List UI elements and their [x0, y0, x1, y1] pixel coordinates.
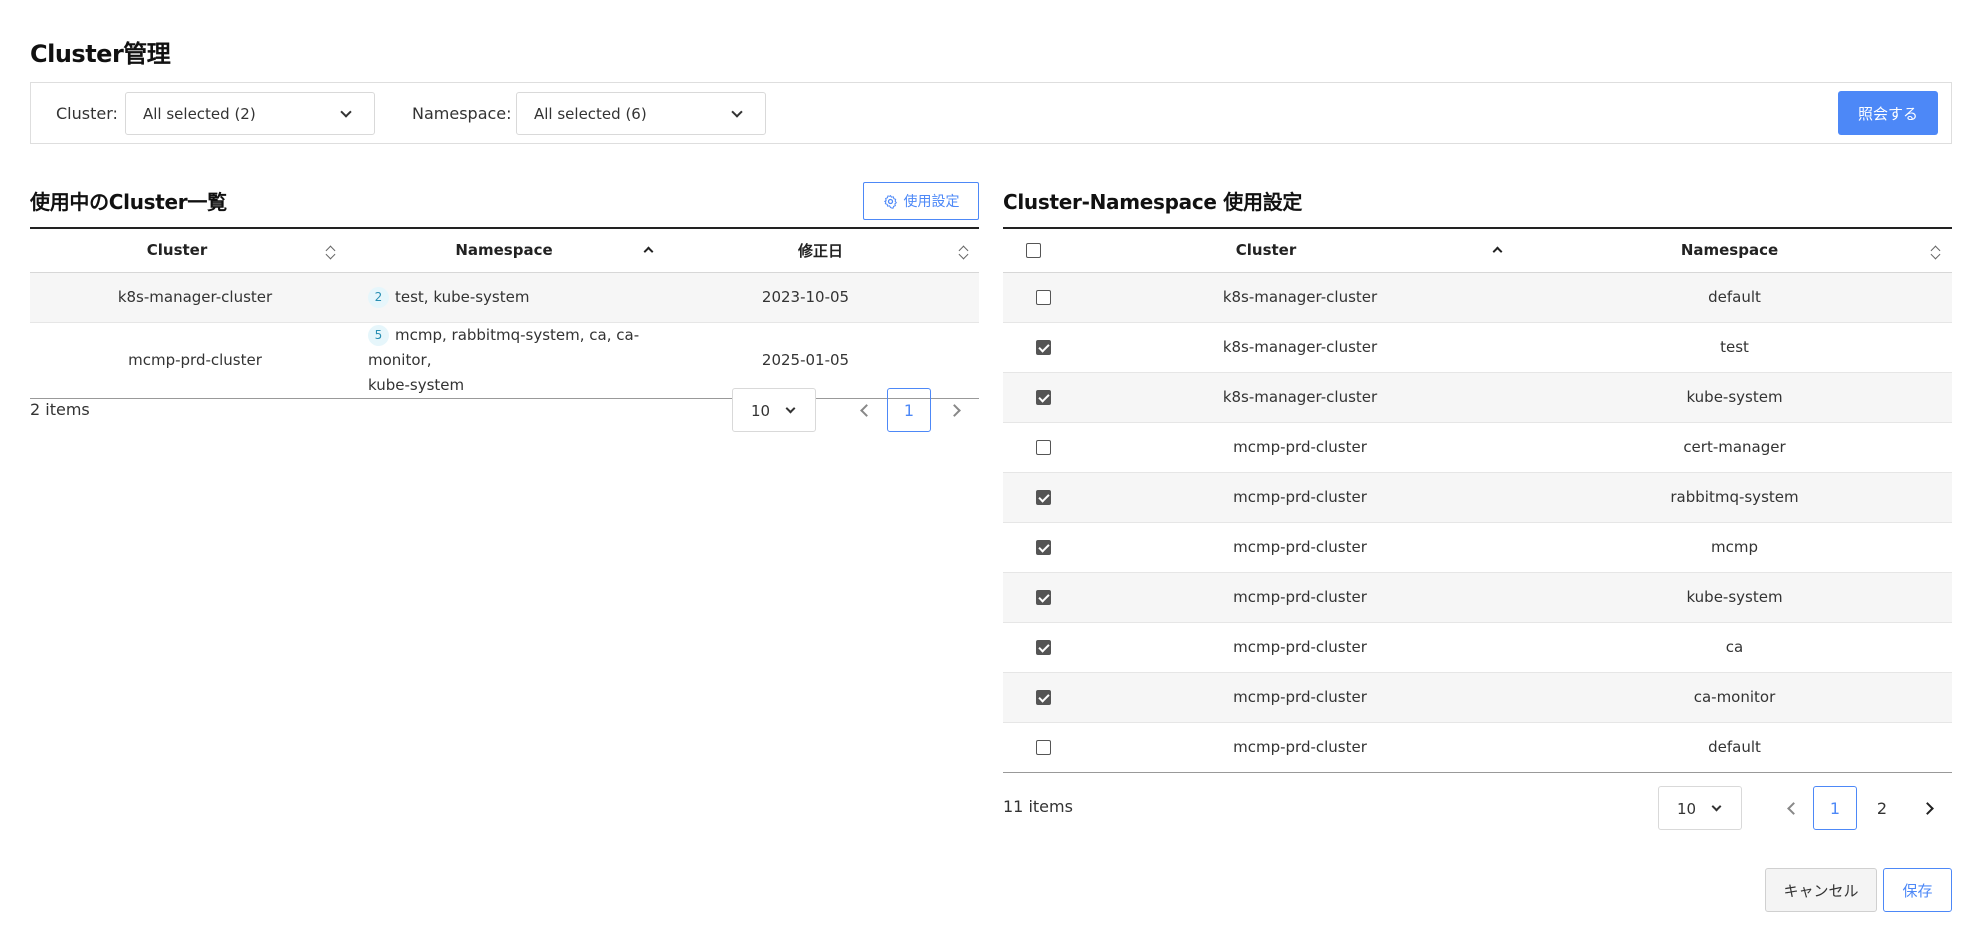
sort-icon[interactable] — [1930, 244, 1941, 260]
cell-cluster: mcmp-prd-cluster — [1083, 672, 1517, 723]
sort-icon[interactable] — [325, 244, 336, 260]
chevron-down-icon — [1711, 801, 1722, 812]
column-header-namespace[interactable]: Namespace — [1517, 227, 1952, 273]
table-row[interactable]: mcmp-prd-cluster cert-manager — [1003, 422, 1952, 473]
cell-cluster: mcmp-prd-cluster — [30, 322, 346, 399]
select-all-cell — [1003, 227, 1083, 273]
right-section-title: Cluster-Namespace 使用設定 — [1003, 190, 1303, 214]
right-page-size-select[interactable]: 10 — [1658, 786, 1742, 830]
namespace-filter-label: Namespace: — [412, 104, 512, 123]
chevron-left-icon[interactable] — [1787, 802, 1800, 815]
sort-asc-icon[interactable] — [1492, 246, 1503, 257]
cluster-select[interactable]: All selected (2) — [125, 92, 375, 135]
row-checkbox[interactable] — [1036, 490, 1051, 505]
column-header-cluster[interactable]: Cluster — [1083, 227, 1517, 273]
cell-namespace: mcmp — [1517, 522, 1952, 573]
cell-namespace: rabbitmq-system — [1517, 472, 1952, 523]
table-row[interactable]: mcmp-prd-cluster default — [1003, 722, 1952, 773]
cell-namespace: default — [1517, 722, 1952, 773]
cell-namespace: ca — [1517, 622, 1952, 673]
cell-namespace: ca-monitor — [1517, 672, 1952, 723]
cell-cluster: k8s-manager-cluster — [30, 272, 346, 323]
chevron-down-icon — [785, 403, 796, 414]
row-checkbox[interactable] — [1036, 340, 1051, 355]
cell-cluster: mcmp-prd-cluster — [1083, 622, 1517, 673]
page-size-value: 10 — [751, 402, 771, 420]
table-row[interactable]: mcmp-prd-cluster rabbitmq-system — [1003, 472, 1952, 523]
cell-namespace: test — [1517, 322, 1952, 373]
left-section-title: 使用中のCluster一覧 — [30, 190, 227, 214]
namespace-count-badge: 2 — [368, 286, 389, 308]
chevron-left-icon[interactable] — [860, 404, 873, 417]
cell-cluster: mcmp-prd-cluster — [1083, 422, 1517, 473]
cell-cluster: mcmp-prd-cluster — [1083, 522, 1517, 573]
row-checkbox[interactable] — [1036, 390, 1051, 405]
left-page-size-select[interactable]: 10 — [732, 388, 816, 432]
chevron-right-icon[interactable] — [1921, 802, 1934, 815]
save-button[interactable]: 保存 — [1883, 868, 1952, 912]
usage-settings-label: 使用設定 — [903, 193, 960, 209]
cell-cluster: mcmp-prd-cluster — [1083, 722, 1517, 773]
page-button-1[interactable]: 1 — [887, 388, 931, 432]
table-row[interactable]: mcmp-prd-cluster kube-system — [1003, 572, 1952, 623]
row-checkbox[interactable] — [1036, 740, 1051, 755]
row-checkbox[interactable] — [1036, 690, 1051, 705]
cell-namespace: 2 test, kube-system — [346, 272, 662, 323]
row-checkbox[interactable] — [1036, 290, 1051, 305]
sort-icon[interactable] — [958, 244, 969, 260]
row-checkbox[interactable] — [1036, 590, 1051, 605]
cell-namespace: default — [1517, 272, 1952, 323]
table-row[interactable]: mcmp-prd-cluster mcmp — [1003, 522, 1952, 573]
right-items-count: 11 items — [1003, 797, 1073, 816]
page-size-value: 10 — [1677, 800, 1697, 818]
cell-namespace: kube-system — [1517, 372, 1952, 423]
cell-cluster: k8s-manager-cluster — [1083, 372, 1517, 423]
cell-cluster: k8s-manager-cluster — [1083, 322, 1517, 373]
page-button-1[interactable]: 1 — [1813, 786, 1857, 830]
gear-icon — [883, 194, 897, 209]
page-button-2[interactable]: 2 — [1860, 786, 1904, 830]
table-row[interactable]: mcmp-prd-cluster 5 mcmp, rabbitmq-system,… — [30, 322, 979, 399]
cell-cluster: k8s-manager-cluster — [1083, 272, 1517, 323]
cancel-button[interactable]: キャンセル — [1765, 868, 1877, 912]
cell-namespace: cert-manager — [1517, 422, 1952, 473]
column-header-cluster[interactable]: Cluster — [30, 227, 346, 273]
table-row[interactable]: k8s-manager-cluster 2 test, kube-system 2… — [30, 272, 979, 323]
table-row[interactable]: k8s-manager-cluster default — [1003, 272, 1952, 323]
left-items-count: 2 items — [30, 400, 90, 419]
cell-namespace: kube-system — [1517, 572, 1952, 623]
row-checkbox[interactable] — [1036, 440, 1051, 455]
table-row[interactable]: mcmp-prd-cluster ca-monitor — [1003, 672, 1952, 723]
table-row[interactable]: mcmp-prd-cluster ca — [1003, 622, 1952, 673]
chevron-down-icon — [340, 106, 352, 118]
cell-cluster: mcmp-prd-cluster — [1083, 472, 1517, 523]
page-title: Cluster管理 — [30, 40, 171, 68]
cell-cluster: mcmp-prd-cluster — [1083, 572, 1517, 623]
table-row[interactable]: k8s-manager-cluster test — [1003, 322, 1952, 373]
namespace-count-badge: 5 — [368, 324, 389, 346]
row-checkbox[interactable] — [1036, 540, 1051, 555]
cluster-usage-table: Cluster Namespace 修正日 k8s-manager-cluste… — [30, 227, 979, 399]
chevron-right-icon[interactable] — [948, 404, 961, 417]
namespace-select[interactable]: All selected (6) — [516, 92, 766, 135]
cell-namespace: 5 mcmp, rabbitmq-system, ca, ca-monitor, … — [346, 322, 662, 399]
cell-modified: 2023-10-05 — [662, 272, 979, 323]
usage-settings-button[interactable]: 使用設定 — [863, 182, 979, 220]
column-header-namespace[interactable]: Namespace — [346, 227, 662, 273]
table-row[interactable]: k8s-manager-cluster kube-system — [1003, 372, 1952, 423]
chevron-down-icon — [731, 106, 743, 118]
namespace-select-value: All selected (6) — [534, 105, 647, 123]
cluster-select-value: All selected (2) — [143, 105, 256, 123]
query-button[interactable]: 照会する — [1838, 91, 1938, 135]
cluster-filter-label: Cluster: — [56, 104, 118, 123]
select-all-checkbox[interactable] — [1026, 243, 1041, 259]
column-header-modified[interactable]: 修正日 — [662, 227, 979, 273]
row-checkbox[interactable] — [1036, 640, 1051, 655]
sort-asc-icon[interactable] — [643, 246, 654, 257]
cluster-namespace-table: Cluster Namespace k8s-manager-cluster de… — [1003, 227, 1952, 773]
filter-bar: Cluster: All selected (2) Namespace: All… — [30, 82, 1952, 144]
cell-modified: 2025-01-05 — [662, 322, 979, 399]
